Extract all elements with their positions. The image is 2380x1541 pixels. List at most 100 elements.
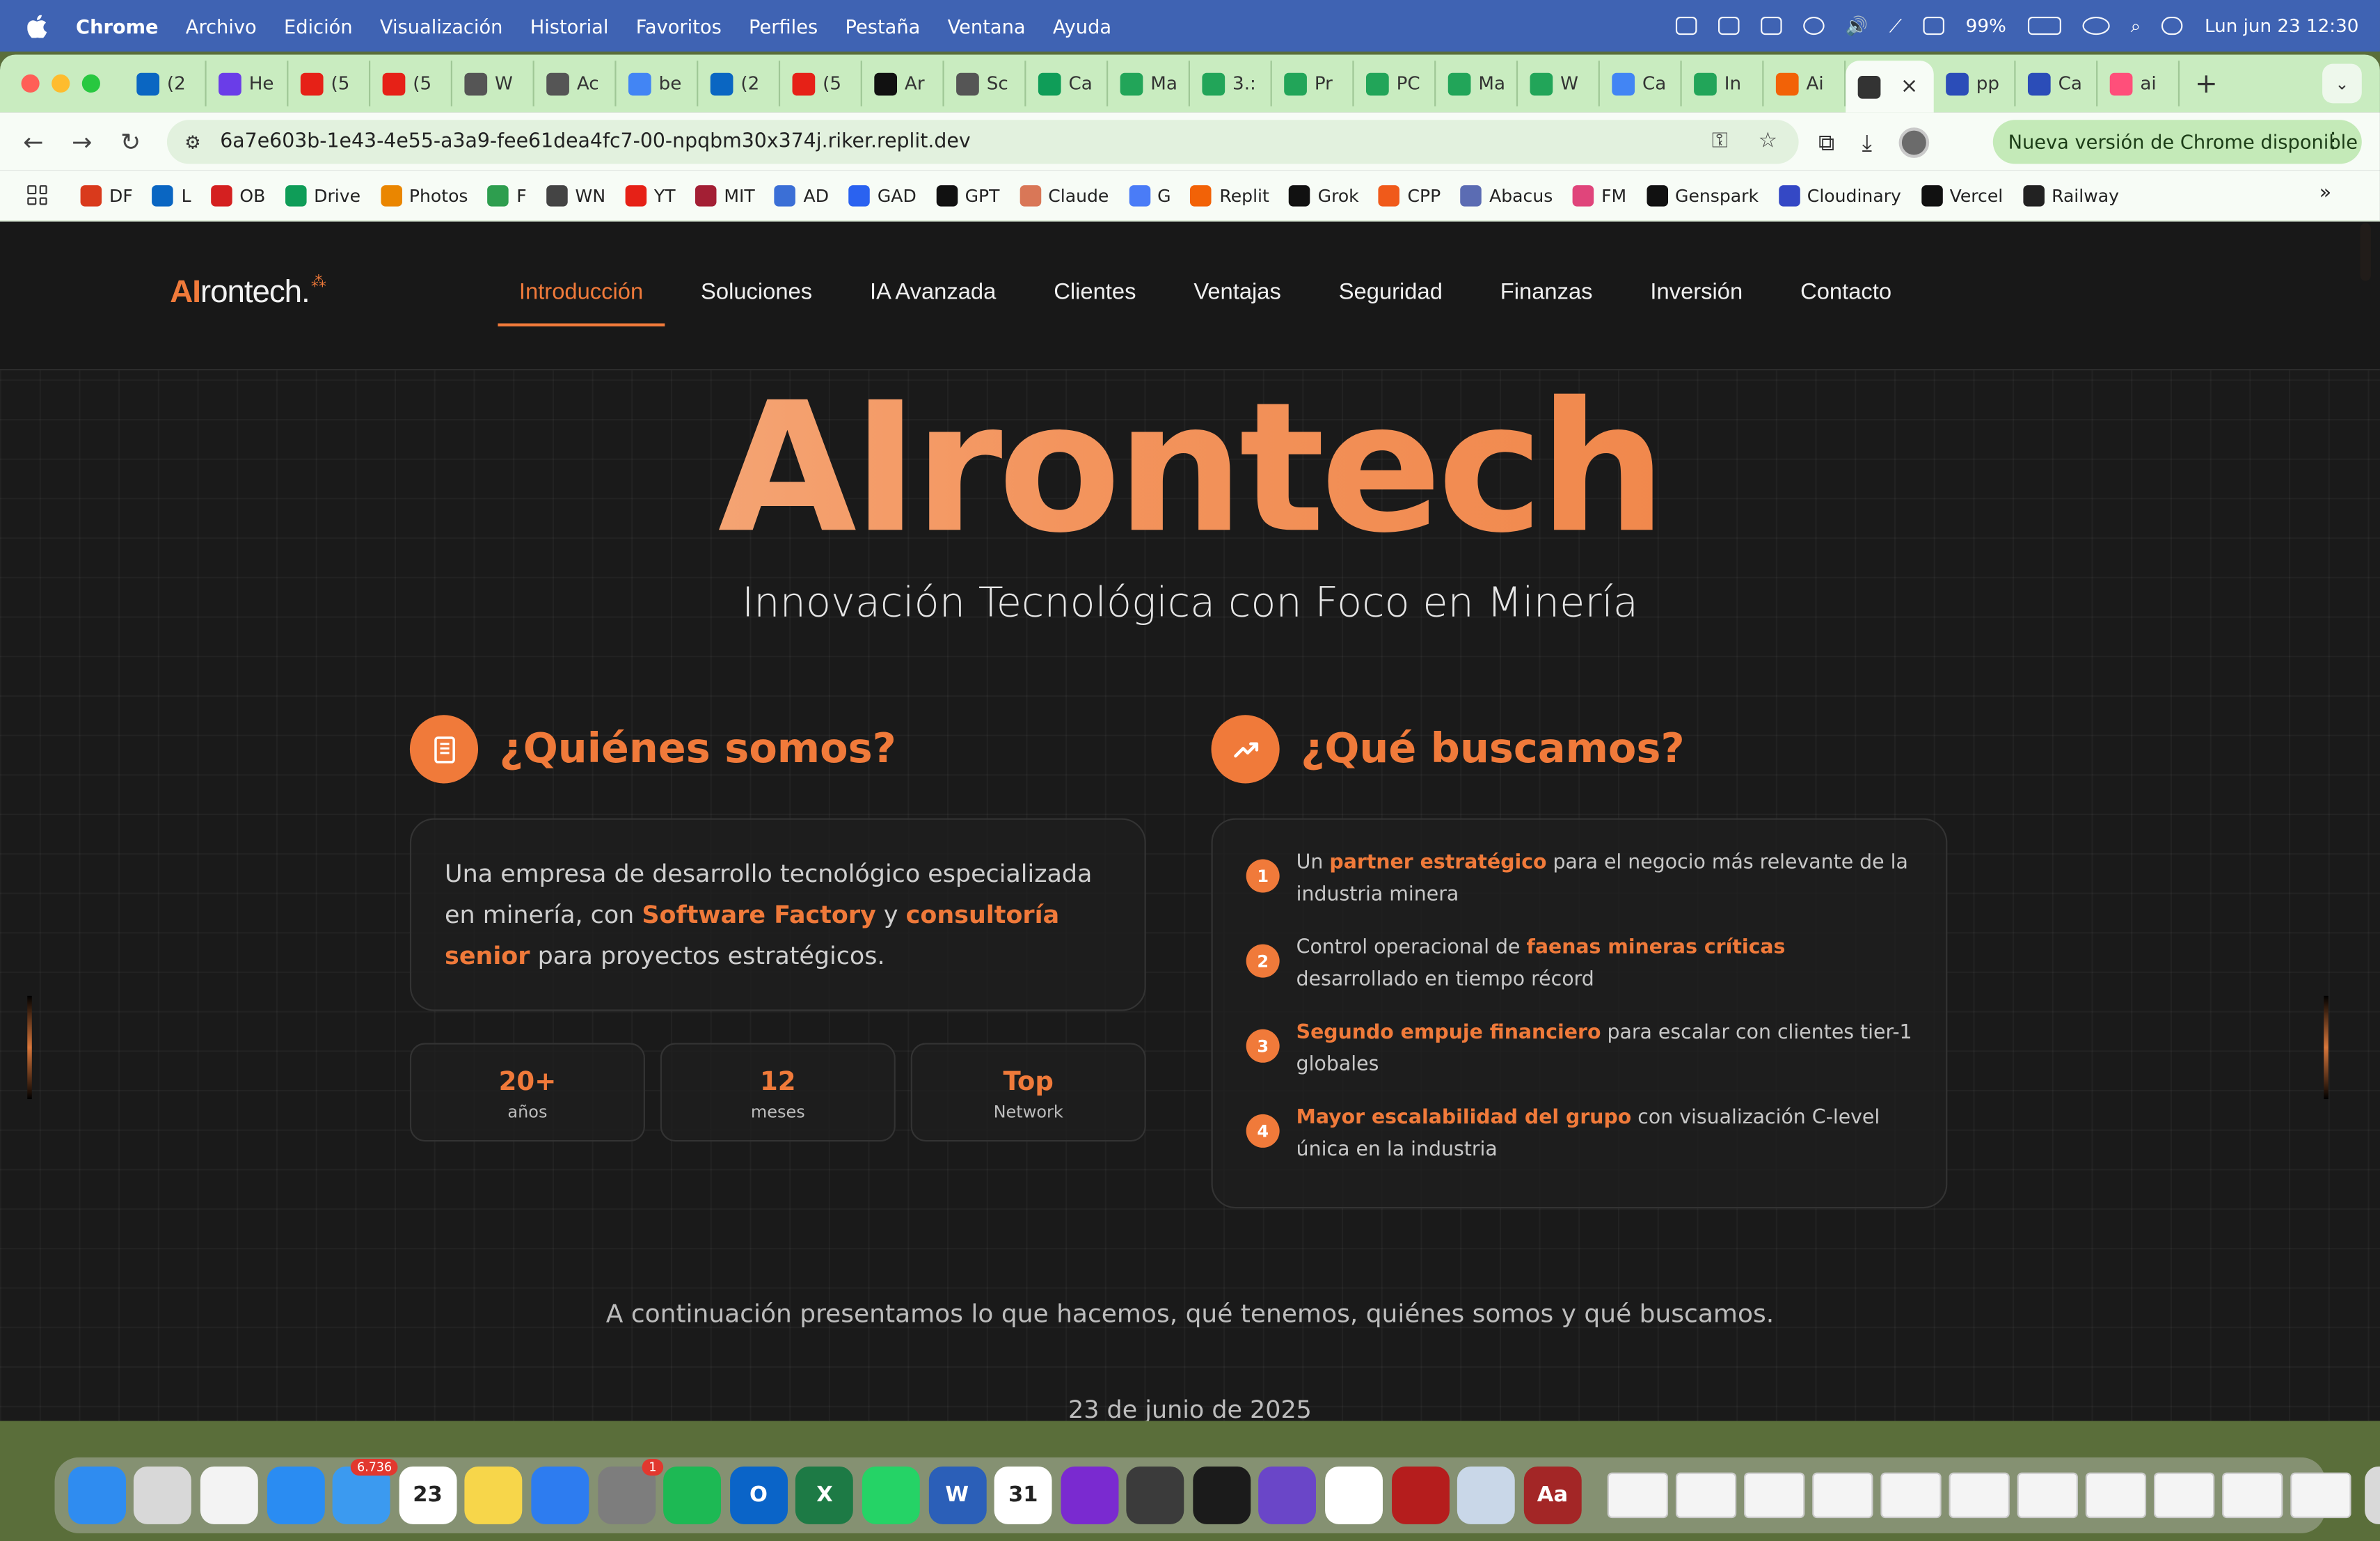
bookmark-item[interactable]: GAD [848, 184, 917, 206]
browser-tab[interactable]: (2 [125, 61, 207, 106]
browser-tab[interactable]: Ai [1763, 61, 1846, 106]
bookmark-star-icon[interactable]: ☆ [1759, 129, 1777, 153]
menu-visualizacion[interactable]: Visualización [380, 15, 503, 38]
bookmark-item[interactable]: CPP [1379, 184, 1441, 206]
minimized-window-thumbnail[interactable] [2290, 1472, 2351, 1519]
menu-perfiles[interactable]: Perfiles [749, 15, 818, 38]
bookmark-item[interactable]: Grok [1289, 184, 1359, 206]
control-center-icon[interactable] [2161, 16, 2184, 35]
nav-finanzas[interactable]: Finanzas [1479, 279, 1614, 326]
forward-button[interactable]: → [67, 126, 97, 157]
menu-archivo[interactable]: Archivo [186, 15, 257, 38]
bookmark-item[interactable]: YT [625, 184, 676, 206]
menu-favoritos[interactable]: Favoritos [636, 15, 722, 38]
apple-icon[interactable] [27, 14, 49, 38]
nav-inversion[interactable]: Inversión [1629, 279, 1764, 326]
bookmark-item[interactable]: Claude [1019, 184, 1109, 206]
browser-tab[interactable]: W [1518, 61, 1600, 106]
browser-tab[interactable]: Pr [1272, 61, 1354, 106]
minimized-window-thumbnail[interactable] [1608, 1472, 1669, 1519]
browser-tab[interactable]: be [617, 61, 699, 106]
keynote-icon[interactable] [531, 1466, 589, 1524]
fantastical-icon[interactable]: 31 [994, 1466, 1052, 1524]
finder-icon[interactable] [68, 1466, 126, 1524]
chrome-update-button[interactable]: Nueva versión de Chrome disponible ⋮ [1992, 120, 2362, 164]
more-bookmarks-icon[interactable]: » [2319, 182, 2331, 205]
screen-mirror-icon[interactable] [1717, 16, 1739, 35]
close-window-button[interactable] [21, 74, 40, 93]
browser-tab[interactable]: Ca [1600, 61, 1682, 106]
address-bar[interactable]: ⚙ 6a7e603b-1e43-4e55-a3a9-fee61dea4fc7-0… [166, 120, 1799, 164]
bookmark-item[interactable]: L [152, 184, 191, 206]
menu-pestana[interactable]: Pestaña [845, 15, 920, 38]
excel-icon[interactable]: X [795, 1466, 854, 1524]
minimized-window-thumbnail[interactable] [1676, 1472, 1737, 1519]
active-tab[interactable]: × [1846, 61, 1934, 113]
system-settings-icon[interactable]: 1 [597, 1459, 663, 1524]
wifi-icon[interactable] [2081, 16, 2110, 35]
mail-icon[interactable]: 6.736 [333, 1459, 398, 1524]
minimized-window-thumbnail[interactable] [1812, 1472, 1873, 1519]
reload-button[interactable]: ↻ [116, 126, 146, 157]
bookmark-item[interactable]: Railway [2022, 184, 2119, 206]
close-tab-icon[interactable]: × [1901, 74, 1919, 99]
github-icon[interactable] [1259, 1466, 1317, 1524]
dictionary-icon[interactable]: Aa [1523, 1466, 1582, 1524]
bookmark-item[interactable]: Vercel [1921, 184, 2003, 206]
browser-tab[interactable]: (5 [288, 61, 371, 106]
chrome-icon[interactable] [200, 1466, 258, 1524]
browser-tab[interactable]: Ar [862, 61, 944, 106]
bookmark-item[interactable]: G [1128, 184, 1171, 206]
url-text[interactable]: 6a7e603b-1e43-4e55-a3a9-fee61dea4fc7-00-… [220, 131, 970, 154]
browser-tab[interactable]: pp [1934, 61, 2016, 106]
profile-avatar[interactable] [1899, 127, 1930, 157]
minimized-window-thumbnail[interactable] [2086, 1472, 2147, 1519]
browser-tab[interactable]: In [1682, 61, 1764, 106]
bookmark-item[interactable]: Cloudinary [1778, 184, 1901, 206]
nav-introduccion[interactable]: Introducción [498, 279, 665, 326]
vscode-icon[interactable] [1325, 1466, 1383, 1524]
minimized-window-thumbnail[interactable] [1880, 1472, 1942, 1519]
nav-ia-avanzada[interactable]: IA Avanzada [848, 279, 1017, 326]
preview-icon[interactable] [1457, 1466, 1516, 1524]
bookmark-item[interactable]: AD [775, 184, 829, 206]
menu-ventana[interactable]: Ventana [948, 15, 1026, 38]
menu-historial[interactable]: Historial [530, 15, 609, 38]
bookmark-item[interactable]: Photos [380, 184, 468, 206]
browser-tab[interactable]: (2 [698, 61, 781, 106]
trash-icon[interactable]: 🗑 [2364, 1466, 2380, 1524]
outlook-icon[interactable]: O [729, 1466, 788, 1524]
safari-icon[interactable] [266, 1466, 324, 1524]
clock[interactable]: Lun jun 23 12:30 [2205, 15, 2358, 37]
bookmark-item[interactable]: F [487, 184, 527, 206]
bookmark-item[interactable]: MIT [695, 184, 755, 206]
launchpad-icon[interactable] [134, 1466, 192, 1524]
minimized-window-thumbnail[interactable] [2222, 1472, 2283, 1519]
browser-tab[interactable]: PC [1354, 61, 1436, 106]
status-app-icon[interactable] [1675, 16, 1697, 35]
bookmark-item[interactable]: FM [1572, 184, 1626, 206]
volume-icon[interactable]: 🔊 [1846, 15, 1869, 37]
zoom-window-button[interactable] [81, 74, 100, 93]
browser-tab[interactable]: Ma [1436, 61, 1518, 106]
nav-clientes[interactable]: Clientes [1033, 279, 1157, 326]
apps-grid-icon[interactable] [27, 185, 47, 205]
nav-ventajas[interactable]: Ventajas [1173, 279, 1303, 326]
menu-ayuda[interactable]: Ayuda [1053, 15, 1111, 38]
new-tab-button[interactable]: + [2195, 68, 2218, 100]
display-icon[interactable] [1923, 16, 1945, 35]
browser-tab[interactable]: (5 [370, 61, 452, 106]
notes-icon[interactable] [465, 1466, 523, 1524]
browser-tab[interactable]: He [207, 61, 289, 106]
menu-chrome[interactable]: Chrome [76, 15, 158, 38]
spotlight-search-icon[interactable]: ⌕ [2131, 15, 2141, 38]
word-icon[interactable]: W [928, 1466, 986, 1524]
nav-seguridad[interactable]: Seguridad [1317, 279, 1463, 326]
screen-recorder-icon[interactable] [1060, 1466, 1118, 1524]
browser-tab[interactable]: Ca [1026, 61, 1109, 106]
bookmark-item[interactable]: GPT [936, 184, 999, 206]
browser-tab[interactable]: Ma [1108, 61, 1190, 106]
browser-tab[interactable]: Ca [2016, 61, 2098, 106]
minimized-window-thumbnail[interactable] [1744, 1472, 1805, 1519]
download-icon[interactable]: ⤓ [1862, 128, 1872, 155]
